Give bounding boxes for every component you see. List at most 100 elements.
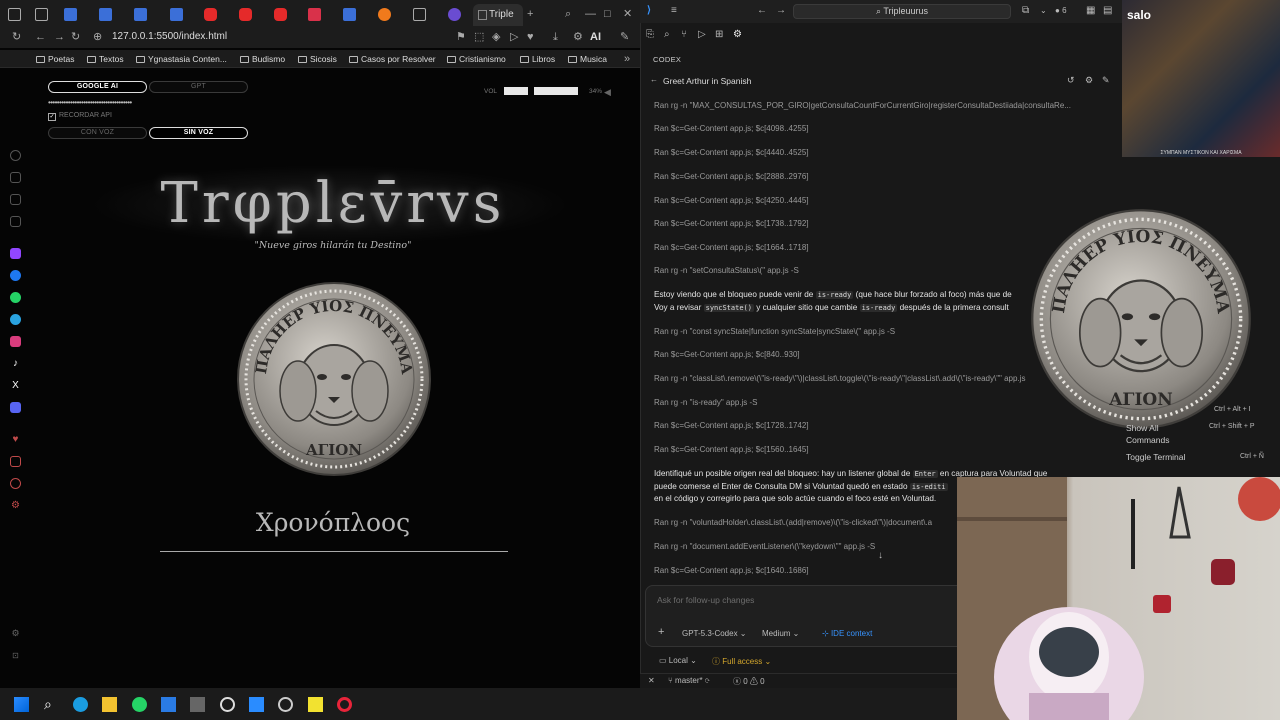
- copilot-icon[interactable]: ⧉: [1022, 5, 1029, 17]
- translate-icon[interactable]: ⚙: [573, 30, 583, 44]
- model-select[interactable]: GPT-5.3-Codex ⌄: [682, 629, 747, 638]
- tab-icon[interactable]: [99, 8, 112, 21]
- back-icon[interactable]: ←: [757, 5, 767, 17]
- bookmark-item[interactable]: Ygnastasia Conten...: [136, 54, 227, 64]
- speaker-icon[interactable]: ◀: [604, 85, 611, 99]
- codex-icon[interactable]: ⚙: [733, 29, 742, 41]
- tab-icon[interactable]: [274, 8, 287, 21]
- collections-icon[interactable]: [10, 456, 21, 467]
- app-icon[interactable]: [278, 697, 293, 712]
- ai-button[interactable]: AI: [590, 30, 601, 44]
- whatsapp-icon[interactable]: [10, 292, 21, 303]
- volume-slider-track[interactable]: [504, 87, 528, 95]
- address-bar[interactable]: 127.0.0.1:5500/index.html: [112, 29, 227, 45]
- tab-icon[interactable]: [343, 8, 356, 21]
- voice-on-button[interactable]: CON VOZ: [48, 127, 147, 139]
- forward-icon[interactable]: →: [54, 30, 65, 44]
- extension-icon[interactable]: ▷: [510, 30, 518, 44]
- checkbox-icon[interactable]: ✓: [48, 113, 56, 121]
- tab-icon[interactable]: [64, 8, 77, 21]
- bookmark-item[interactable]: Budismo: [240, 54, 285, 64]
- location-select[interactable]: ▭ Local ⌄: [659, 656, 697, 665]
- refresh-icon[interactable]: ↻: [71, 30, 80, 44]
- effort-select[interactable]: Medium ⌄: [762, 629, 799, 638]
- tab-icon[interactable]: [134, 8, 147, 21]
- tab-icon[interactable]: [35, 8, 48, 21]
- new-tab-icon[interactable]: +: [527, 7, 533, 21]
- chevron-down-icon[interactable]: ⌄: [1040, 5, 1047, 17]
- tool-run-line[interactable]: Ran rg -n "is-ready" app.js -S: [654, 398, 1084, 407]
- extension-icon[interactable]: [10, 478, 21, 489]
- tab-icon[interactable]: [204, 8, 217, 21]
- pen-icon[interactable]: ✎: [620, 30, 629, 44]
- bookmark-item[interactable]: Cristianismo: [447, 54, 506, 64]
- extensions-icon[interactable]: ⊞: [715, 29, 723, 41]
- notification-badge[interactable]: ● 6: [1055, 5, 1067, 17]
- tool-run-line[interactable]: Ran rg -n "classList\.remove\(\"is-ready…: [654, 374, 1084, 383]
- menu-commands[interactable]: Commands: [1126, 435, 1169, 445]
- opera-icon[interactable]: [337, 697, 352, 712]
- remember-api-checkbox[interactable]: ✓ RECORDAR API: [48, 112, 112, 121]
- more-bookmarks-icon[interactable]: »: [624, 52, 630, 66]
- tab-icon[interactable]: [239, 8, 252, 21]
- menu-toggle-terminal[interactable]: Toggle Terminal: [1126, 452, 1185, 462]
- discord-icon[interactable]: [10, 402, 21, 413]
- download-icon[interactable]: ⤓: [553, 30, 558, 44]
- problems-indicator[interactable]: ⓧ 0 ⚠ 0: [733, 676, 765, 687]
- tab-icon[interactable]: [413, 8, 426, 21]
- start-icon[interactable]: [14, 697, 29, 712]
- favorite-icon[interactable]: ♥: [527, 30, 534, 44]
- tool-run-line[interactable]: Ran $c=Get-Content app.js; $c[2888..2976…: [654, 172, 1084, 181]
- tool-run-line[interactable]: Ran $c=Get-Content app.js; $c[1664..1718…: [654, 243, 1084, 252]
- extension-icon[interactable]: ◈: [492, 30, 500, 44]
- history-icon[interactable]: [10, 150, 21, 161]
- bookmark-item[interactable]: Casos por Resolver: [349, 54, 436, 64]
- tab-icon[interactable]: [170, 8, 183, 21]
- search-tabs-icon[interactable]: ⌕: [565, 7, 571, 21]
- chatgpt-icon[interactable]: [220, 697, 235, 712]
- maximize-icon[interactable]: □: [604, 7, 611, 21]
- x-icon[interactable]: X: [10, 380, 21, 391]
- tool-run-line[interactable]: Ran $c=Get-Content app.js; $c[1738..1792…: [654, 219, 1084, 228]
- search-icon[interactable]: ⌕: [664, 29, 670, 41]
- command-search-input[interactable]: ⌕ Tripleuurus: [793, 4, 1011, 19]
- favorite-icon[interactable]: ♥: [10, 434, 21, 445]
- tool-run-line[interactable]: Ran $c=Get-Content app.js; $c[1728..1742…: [654, 421, 1084, 430]
- tab-icon[interactable]: [308, 8, 321, 21]
- branch-indicator[interactable]: ⑂ master* ⟳: [668, 676, 710, 685]
- tool-run-line[interactable]: Ran $c=Get-Content app.js; $c[1560..1645…: [654, 445, 1084, 454]
- source-control-icon[interactable]: ⑂: [681, 29, 687, 41]
- tab-icon[interactable]: [8, 8, 21, 21]
- sidebar-settings-icon[interactable]: ⚙: [10, 628, 21, 639]
- tool-run-line[interactable]: Ran $c=Get-Content app.js; $c[4440..4525…: [654, 148, 1084, 157]
- tab-icon[interactable]: [378, 8, 391, 21]
- extension-icon[interactable]: ⬚: [474, 30, 484, 44]
- close-icon[interactable]: ✕: [623, 7, 632, 21]
- instagram-icon[interactable]: [10, 336, 21, 347]
- menu-icon[interactable]: ≡: [671, 5, 677, 17]
- tool-run-line[interactable]: Ran $c=Get-Content app.js; $c[840..930]: [654, 350, 1084, 359]
- messenger-icon[interactable]: [10, 270, 21, 281]
- app-icon[interactable]: [190, 697, 205, 712]
- panel-icon[interactable]: ▤: [1103, 5, 1112, 17]
- explorer-icon[interactable]: ⎘: [646, 29, 654, 41]
- new-chat-icon[interactable]: ✎: [1102, 74, 1110, 86]
- vscode-icon[interactable]: [249, 697, 264, 712]
- minimize-icon[interactable]: —: [585, 7, 596, 21]
- tiktok-icon[interactable]: ♪: [10, 358, 21, 369]
- tool-run-line[interactable]: Ran rg -n "setConsultaStatus\(" app.js -…: [654, 266, 1084, 275]
- settings-icon[interactable]: ⚙: [1085, 74, 1093, 86]
- ide-context-toggle[interactable]: ⊹ IDE context: [822, 629, 872, 638]
- menu-show-all[interactable]: Show All: [1126, 423, 1159, 433]
- remote-icon[interactable]: ✕: [648, 676, 655, 685]
- tab-icon[interactable]: [448, 8, 461, 21]
- bookmark-item[interactable]: Sicosis: [298, 54, 337, 64]
- search-icon[interactable]: ⌕: [44, 697, 59, 712]
- volume-slider-track[interactable]: [534, 87, 578, 95]
- scroll-down-icon[interactable]: ↓: [878, 550, 883, 562]
- layout-icon[interactable]: ▦: [1086, 5, 1095, 17]
- back-icon[interactable]: ←: [35, 30, 46, 44]
- app-icon[interactable]: [161, 697, 176, 712]
- whatsapp-icon[interactable]: [132, 697, 147, 712]
- reload-icon[interactable]: ↻: [12, 30, 21, 44]
